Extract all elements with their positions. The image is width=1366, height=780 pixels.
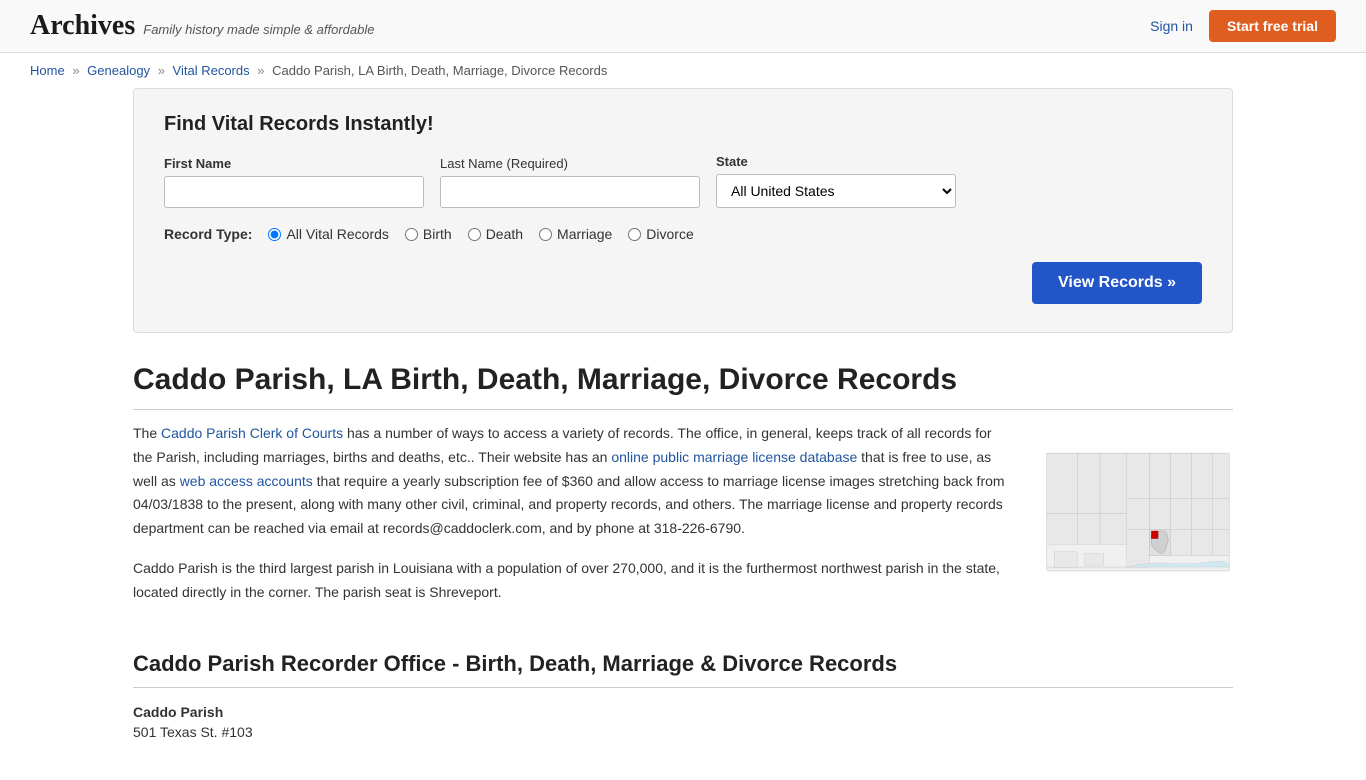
first-name-field-group: First Name	[164, 156, 424, 208]
content-area: The Caddo Parish Clerk of Courts has a n…	[133, 422, 1233, 621]
map-container	[1043, 422, 1233, 621]
intro-p1-start: The	[133, 425, 161, 441]
radio-divorce-label: Divorce	[646, 226, 693, 242]
intro-paragraph-1: The Caddo Parish Clerk of Courts has a n…	[133, 422, 1013, 541]
radio-all-vital[interactable]: All Vital Records	[268, 226, 388, 242]
breadcrumb-sep-3: »	[257, 63, 264, 78]
online-db-link[interactable]: online public marriage license database	[611, 449, 857, 465]
radio-all-vital-input[interactable]	[268, 228, 281, 241]
us-map	[1043, 422, 1233, 602]
radio-birth-input[interactable]	[405, 228, 418, 241]
breadcrumb-vital-records[interactable]: Vital Records	[173, 63, 250, 78]
web-access-link[interactable]: web access accounts	[180, 473, 313, 489]
radio-death-label: Death	[486, 226, 523, 242]
sign-in-link[interactable]: Sign in	[1150, 18, 1193, 34]
breadcrumb-home[interactable]: Home	[30, 63, 65, 78]
radio-death[interactable]: Death	[468, 226, 523, 242]
state-select[interactable]: All United StatesAlabamaAlaskaArizonaArk…	[716, 174, 956, 208]
content-text: The Caddo Parish Clerk of Courts has a n…	[133, 422, 1013, 621]
main-content: Find Vital Records Instantly! First Name…	[103, 88, 1263, 780]
state-field-group: State All United StatesAlabamaAlaskaAriz…	[716, 154, 956, 208]
record-type-row: Record Type: All Vital Records Birth Dea…	[164, 226, 1202, 242]
breadcrumb-sep-1: »	[72, 63, 79, 78]
tagline: Family history made simple & affordable	[143, 22, 374, 37]
breadcrumb: Home » Genealogy » Vital Records » Caddo…	[0, 53, 1366, 88]
breadcrumb-sep-2: »	[158, 63, 165, 78]
caddo-clerk-link[interactable]: Caddo Parish Clerk of Courts	[161, 425, 343, 441]
start-trial-button[interactable]: Start free trial	[1209, 10, 1336, 42]
search-actions: View Records »	[164, 262, 1202, 304]
recorder-address: 501 Texas St. #103	[133, 724, 1233, 740]
logo: Archives	[30, 10, 135, 42]
radio-divorce[interactable]: Divorce	[628, 226, 693, 242]
breadcrumb-current: Caddo Parish, LA Birth, Death, Marriage,…	[272, 63, 607, 78]
state-label: State	[716, 154, 956, 169]
section-heading: Caddo Parish Recorder Office - Birth, De…	[133, 651, 1233, 688]
recorder-name: Caddo Parish	[133, 704, 1233, 720]
header-left: Archives Family history made simple & af…	[30, 10, 374, 42]
search-box: Find Vital Records Instantly! First Name…	[133, 88, 1233, 333]
radio-death-input[interactable]	[468, 228, 481, 241]
radio-marriage[interactable]: Marriage	[539, 226, 612, 242]
radio-birth-label: Birth	[423, 226, 452, 242]
map-svg	[1043, 422, 1233, 602]
first-name-label: First Name	[164, 156, 424, 171]
breadcrumb-genealogy[interactable]: Genealogy	[87, 63, 150, 78]
radio-divorce-input[interactable]	[628, 228, 641, 241]
view-records-button[interactable]: View Records »	[1032, 262, 1202, 304]
search-fields: First Name Last Name (Required) State Al…	[164, 154, 1202, 208]
first-name-input[interactable]	[164, 176, 424, 208]
search-title: Find Vital Records Instantly!	[164, 113, 1202, 136]
last-name-label: Last Name (Required)	[440, 156, 700, 171]
header-right: Sign in Start free trial	[1150, 10, 1336, 42]
radio-birth[interactable]: Birth	[405, 226, 452, 242]
recorder-info: Caddo Parish 501 Texas St. #103	[133, 704, 1233, 740]
radio-all-vital-label: All Vital Records	[286, 226, 388, 242]
page-title: Caddo Parish, LA Birth, Death, Marriage,…	[133, 363, 1233, 410]
record-type-label: Record Type:	[164, 226, 252, 242]
intro-paragraph-2: Caddo Parish is the third largest parish…	[133, 557, 1013, 605]
last-name-input[interactable]	[440, 176, 700, 208]
last-name-field-group: Last Name (Required)	[440, 156, 700, 208]
header: Archives Family history made simple & af…	[0, 0, 1366, 53]
radio-marriage-label: Marriage	[557, 226, 612, 242]
radio-marriage-input[interactable]	[539, 228, 552, 241]
